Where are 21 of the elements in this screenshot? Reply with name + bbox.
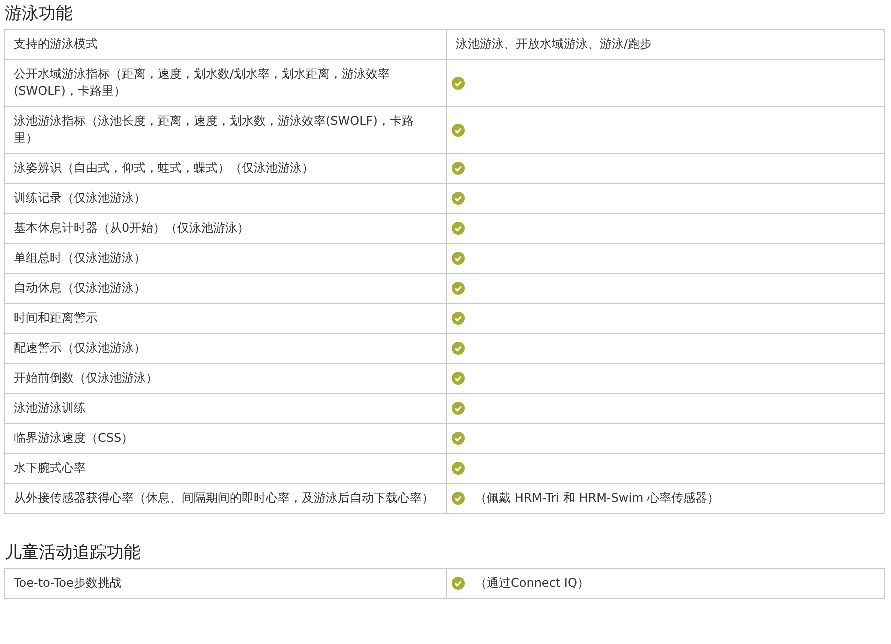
note-text: （通过Connect IQ）	[475, 575, 590, 592]
section-title: 儿童活动追踪功能	[5, 543, 141, 563]
section-title: 游泳功能	[5, 4, 73, 24]
table-cell: Toe-to-Toe步数挑战	[4, 568, 446, 598]
table-cell: 训练记录（仅泳池游泳）	[4, 184, 446, 214]
table-cell: 水下腕式心率	[4, 454, 446, 484]
table-cell: 公开水域游泳指标（距离，速度，划水数/划水率，划水距离，游泳效率(SWOLF)，卡路里）	[4, 60, 446, 106]
table-cell: 泳池游泳指标（泳池长度，距离，速度，划水数，游泳效率(SWOLF)，卡路里）	[4, 106, 446, 154]
table-cell: 配速警示（仅泳池游泳）	[4, 334, 446, 364]
table-cell: 支持的游泳模式	[4, 30, 446, 60]
table-cell: 时间和距离警示	[4, 304, 446, 334]
table-cell: 单组总时（仅泳池游泳）	[4, 244, 446, 274]
table-cell: 从外接传感器获得心率（休息、间隔期间的即时心率，及游泳后自动下载心率）	[4, 484, 446, 514]
table-cell: 临界游泳速度（CSS）	[4, 424, 446, 454]
table-cell: 泳姿辨识（自由式，仰式，蛙式，蝶式）（仅泳池游泳）	[4, 154, 446, 184]
table-cell: 开始前倒数（仅泳池游泳）	[4, 364, 446, 394]
note-text: （佩戴 HRM-Tri 和 HRM-Swim 心率传感器）	[475, 490, 720, 507]
table-cell: 泳池游泳训练	[4, 394, 446, 424]
table-cell: 泳池游泳、开放水域游泳、游泳/跑步	[446, 30, 884, 60]
table-cell: 基本休息计时器（从0开始）（仅泳池游泳）	[4, 214, 446, 244]
table-cell: 自动休息（仅泳池游泳）	[4, 274, 446, 304]
